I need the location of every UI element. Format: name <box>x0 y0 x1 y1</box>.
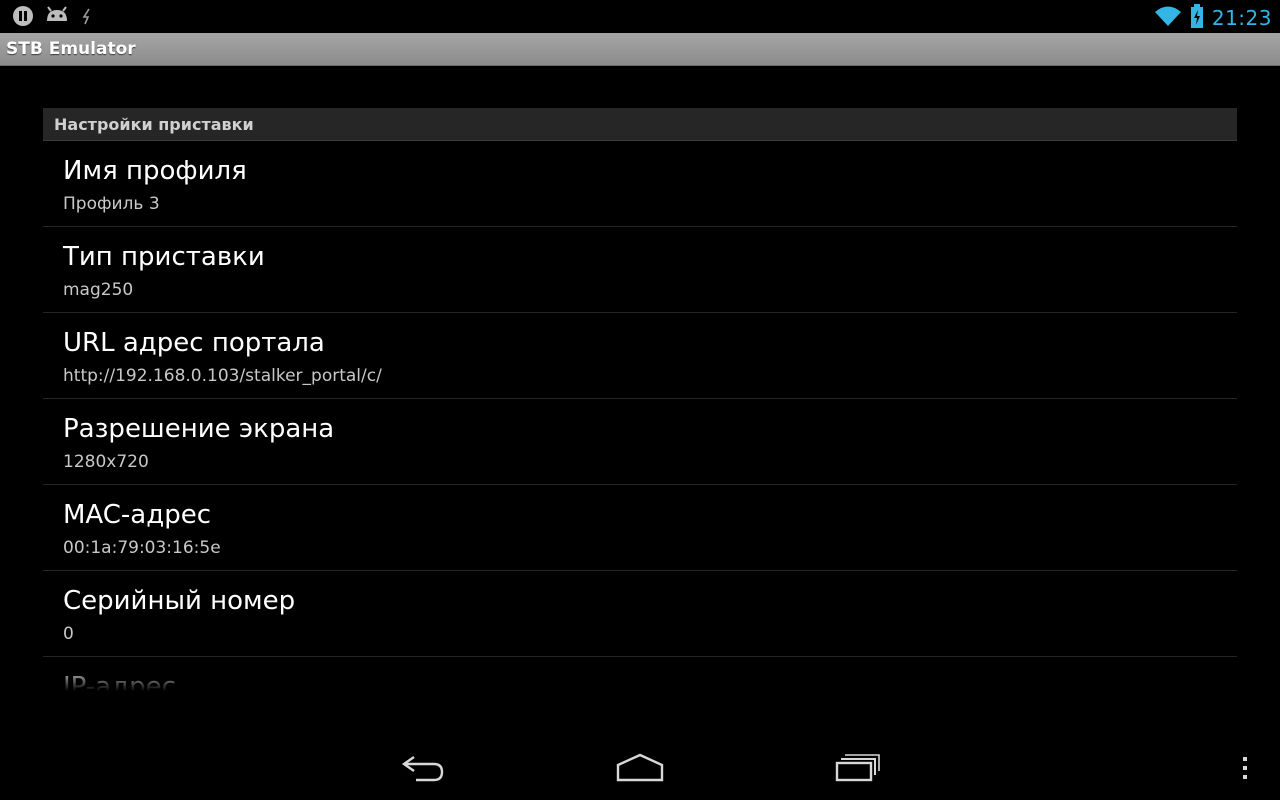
pref-serial-number[interactable]: Серийный номер 0 <box>43 571 1237 657</box>
pref-title: Разрешение экрана <box>63 414 335 444</box>
usb-debug-icon <box>80 5 94 31</box>
pref-screen-resolution[interactable]: Разрешение экрана 1280x720 <box>43 399 1237 485</box>
back-button[interactable] <box>384 748 464 792</box>
system-status: 21:23 <box>1154 3 1272 33</box>
battery-charging-icon <box>1190 3 1204 33</box>
app-title: STB Emulator <box>6 39 136 59</box>
pref-title: Тип приставки <box>63 242 265 272</box>
pref-summary: mag250 <box>63 280 134 300</box>
pref-title: IP-адрес <box>63 672 176 694</box>
pref-portal-url[interactable]: URL адрес портала http://192.168.0.103/s… <box>43 313 1237 399</box>
notification-icons <box>12 5 94 31</box>
recent-apps-icon <box>833 753 881 787</box>
status-bar: 21:23 <box>0 0 1280 33</box>
pref-ip-address[interactable]: IP-адрес <box>43 657 1237 694</box>
pref-summary: 00:1a:79:03:16:5e <box>63 538 221 558</box>
clock: 21:23 <box>1211 6 1272 30</box>
android-icon <box>44 5 70 31</box>
pref-title: Серийный номер <box>63 586 296 616</box>
pref-stb-type[interactable]: Тип приставки mag250 <box>43 227 1237 313</box>
action-bar: STB Emulator <box>0 33 1280 66</box>
back-icon <box>400 753 448 787</box>
overflow-menu-icon <box>1241 755 1249 785</box>
pref-mac-address[interactable]: MAC-адрес 00:1a:79:03:16:5e <box>43 485 1237 571</box>
pref-profile-name[interactable]: Имя профиля Профиль 3 <box>43 141 1237 227</box>
recent-apps-button[interactable] <box>817 748 897 792</box>
pref-title: MAC-адрес <box>63 500 212 530</box>
settings-list[interactable]: Настройки приставки Имя профиля Профиль … <box>43 108 1237 694</box>
home-button[interactable] <box>600 748 680 792</box>
pref-summary: 1280x720 <box>63 452 149 472</box>
overflow-menu-button[interactable] <box>1220 748 1270 792</box>
home-icon <box>615 753 665 787</box>
pref-summary: 0 <box>63 624 74 644</box>
pref-summary: http://192.168.0.103/stalker_portal/c/ <box>63 366 382 386</box>
pref-title: Имя профиля <box>63 156 247 186</box>
navigation-bar <box>0 738 1280 800</box>
pref-summary: Профиль 3 <box>63 194 160 214</box>
wifi-icon <box>1154 4 1182 32</box>
pause-icon <box>12 5 34 31</box>
pref-title: URL адрес портала <box>63 328 325 358</box>
category-header: Настройки приставки <box>43 108 1237 141</box>
